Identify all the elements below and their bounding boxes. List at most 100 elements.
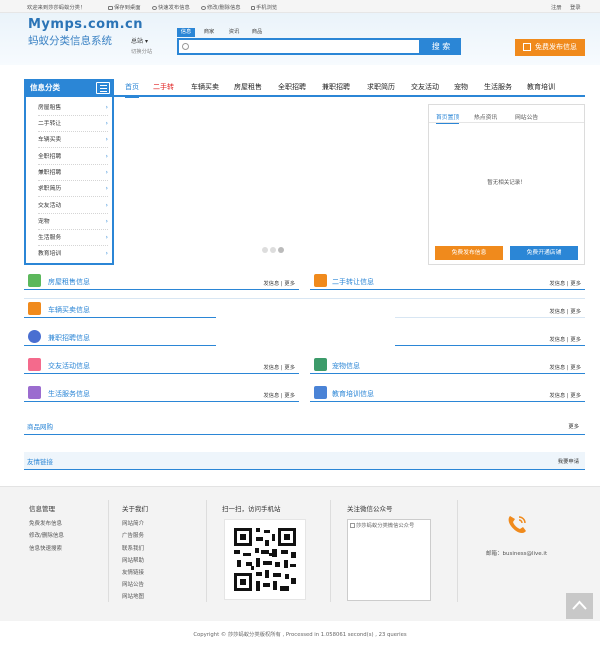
- nav-fulltime[interactable]: 全职招聘: [278, 82, 306, 92]
- nav-vehicles[interactable]: 车辆买卖: [191, 82, 219, 92]
- tab-announcements[interactable]: 网站公告: [515, 112, 538, 121]
- slider-dot[interactable]: [262, 247, 268, 253]
- search-button[interactable]: 搜 索: [421, 38, 461, 55]
- empty-message: 暂无相关记录！: [487, 180, 526, 186]
- lightning-icon: [152, 6, 157, 10]
- search-tab-news[interactable]: 资讯: [225, 28, 243, 37]
- footer-link[interactable]: 网站公告: [122, 580, 144, 588]
- search-tab-merchant[interactable]: 商家: [200, 28, 218, 37]
- category-block: 宠物信息 发信息 | 更多: [310, 356, 585, 374]
- sidebar-item-education[interactable]: 教育培训 ›: [38, 247, 108, 262]
- footer-link[interactable]: 网站简介: [122, 519, 144, 527]
- sidebar-item-parttime[interactable]: 兼职招聘 ›: [38, 166, 108, 181]
- post-more-links[interactable]: 发信息 | 更多: [549, 391, 581, 399]
- nav-parttime[interactable]: 兼职招聘: [322, 82, 350, 92]
- city-selector[interactable]: 总站 ▾: [131, 36, 148, 45]
- tab-divider: [429, 122, 584, 123]
- category-title[interactable]: 二手转让信息: [332, 277, 374, 287]
- category-title[interactable]: 生活服务信息: [48, 389, 90, 399]
- sidebar-item-services[interactable]: 生活服务 ›: [38, 231, 108, 246]
- search-tab-goods[interactable]: 商品: [248, 28, 266, 37]
- chevron-down-icon: ▾: [144, 38, 148, 45]
- sidebar-item-vehicles[interactable]: 车辆买卖 ›: [38, 133, 108, 148]
- footer-link[interactable]: 信息快速搜索: [29, 544, 62, 552]
- apply-link[interactable]: 我要申请: [558, 457, 579, 465]
- footer-link[interactable]: 修改/删除信息: [29, 531, 64, 539]
- nav-dating[interactable]: 交友活动: [411, 82, 439, 92]
- footer-col-title: 信息管理: [29, 505, 55, 513]
- mobile-link[interactable]: 手机浏览: [251, 3, 277, 11]
- edit-delete-link[interactable]: 修改/删除信息: [201, 3, 241, 11]
- free-post-button[interactable]: 免费发布信息: [435, 246, 503, 260]
- register-link[interactable]: 注册: [551, 3, 562, 11]
- chevron-right-icon: ›: [105, 251, 108, 257]
- search-input[interactable]: [177, 38, 421, 55]
- post-more-links[interactable]: 发信息 | 更多: [549, 307, 581, 315]
- sidebar-item-resume[interactable]: 求职简历 ›: [38, 182, 108, 197]
- publish-button[interactable]: 免费发布信息: [515, 39, 585, 56]
- menu-icon[interactable]: [96, 82, 110, 94]
- sidebar-item-secondhand[interactable]: 二手转让 ›: [38, 117, 108, 132]
- nav-housing[interactable]: 房屋租售: [234, 82, 262, 92]
- category-block: 交友活动信息 发信息 | 更多: [24, 356, 299, 374]
- open-shop-button[interactable]: 免费开通店铺: [510, 246, 578, 260]
- search-tab-info[interactable]: 信息: [177, 28, 195, 37]
- chevron-right-icon: ›: [105, 235, 108, 241]
- slider-dot[interactable]: [270, 247, 276, 253]
- phone-icon: [505, 513, 529, 537]
- category-title[interactable]: 宠物信息: [332, 361, 360, 371]
- category-title[interactable]: 房屋租售信息: [48, 277, 90, 287]
- category-title[interactable]: 车辆买卖信息: [48, 305, 90, 315]
- sidebar-item-dating[interactable]: 交友活动 ›: [38, 199, 108, 214]
- footer-divider: [108, 500, 109, 602]
- chevron-up-icon: [572, 600, 587, 610]
- divider: [24, 298, 585, 299]
- logo-text[interactable]: Mymps.com.cn: [28, 17, 143, 32]
- post-more-links[interactable]: 发信息 | 更多: [263, 391, 295, 399]
- category-block: 生活服务信息 发信息 | 更多: [24, 384, 299, 402]
- post-more-links[interactable]: 发信息 | 更多: [549, 279, 581, 287]
- post-more-links[interactable]: 发信息 | 更多: [549, 335, 581, 343]
- footer-divider: [330, 500, 331, 602]
- login-link[interactable]: 登录: [570, 3, 581, 11]
- banner-slider[interactable]: [118, 104, 423, 264]
- nav-education[interactable]: 教育培训: [527, 82, 555, 92]
- category-title[interactable]: 交友活动信息: [48, 361, 90, 371]
- products-title: 商品网购: [27, 423, 53, 431]
- footer-divider: [206, 500, 207, 602]
- nav-pets[interactable]: 宠物: [454, 82, 468, 92]
- save-desktop-link[interactable]: 保存到桌面: [108, 3, 141, 11]
- tab-hot-news[interactable]: 热点资讯: [474, 112, 497, 121]
- nav-services[interactable]: 生活服务: [484, 82, 512, 92]
- welcome-text: 欢迎来到莎莎蚂蚁分类！: [27, 5, 86, 11]
- post-more-links[interactable]: 发信息 | 更多: [263, 279, 295, 287]
- nav-resume[interactable]: 求职简历: [367, 82, 395, 92]
- city-switch-link[interactable]: 切换分站: [131, 47, 152, 55]
- post-more-links[interactable]: 发信息 | 更多: [549, 363, 581, 371]
- category-block: 车辆买卖信息: [24, 300, 216, 318]
- gear-icon: [201, 6, 206, 10]
- nav-secondhand[interactable]: 二手转: [153, 82, 174, 92]
- nav-home[interactable]: 首页: [125, 82, 139, 98]
- back-to-top-button[interactable]: [566, 593, 593, 619]
- sidebar-title: 信息分类: [30, 83, 60, 92]
- footer-link[interactable]: 网站帮助: [122, 556, 144, 564]
- logo-subtitle: 蚂蚁分类信息系统: [28, 35, 112, 47]
- sidebar: 房屋租售 › 二手转让 › 车辆买卖 › 全职招聘 › 兼职招聘 › 求职简历 › 交友活动…: [24, 97, 114, 265]
- quick-post-link[interactable]: 快速发布信息: [152, 3, 190, 11]
- sidebar-item-pets[interactable]: 宠物 ›: [38, 215, 108, 230]
- slider-dot-active[interactable]: [278, 247, 284, 253]
- footer-link[interactable]: 联系我们: [122, 544, 144, 552]
- category-title[interactable]: 教育培训信息: [332, 389, 374, 399]
- post-more-links[interactable]: 发信息 | 更多: [263, 363, 295, 371]
- category-block: 二手转让信息 发信息 | 更多: [310, 272, 585, 290]
- sidebar-item-housing[interactable]: 房屋租售 ›: [38, 101, 108, 116]
- footer-link[interactable]: 友情链接: [122, 568, 144, 576]
- footer-link[interactable]: 广告服务: [122, 531, 144, 539]
- footer-link[interactable]: 免费发布信息: [29, 519, 62, 527]
- clock-icon: [28, 330, 41, 343]
- footer-link[interactable]: 网站地图: [122, 592, 144, 600]
- sidebar-item-fulltime[interactable]: 全职招聘 ›: [38, 150, 108, 165]
- products-more-link[interactable]: 更多: [568, 422, 579, 430]
- category-title[interactable]: 兼职招聘信息: [48, 333, 90, 343]
